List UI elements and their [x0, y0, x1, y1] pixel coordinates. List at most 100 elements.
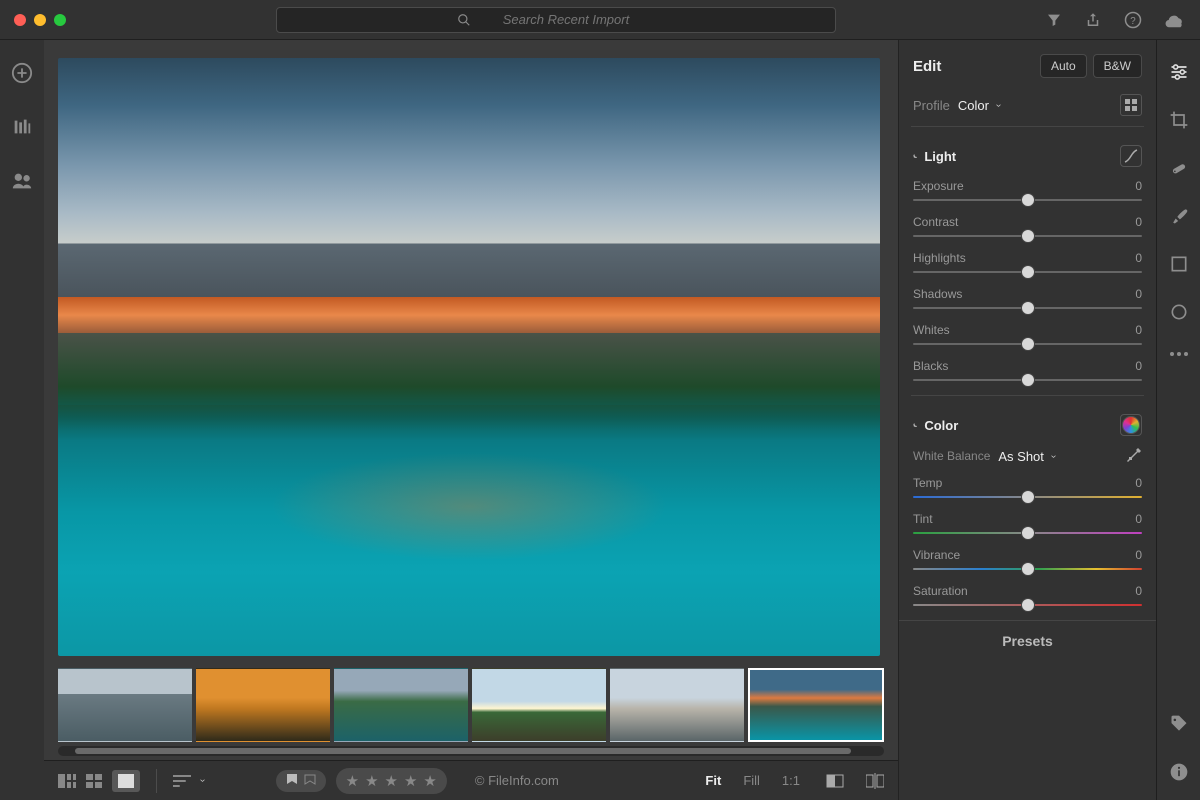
slider-knob[interactable]	[1021, 562, 1035, 576]
profile-browser-button[interactable]	[1120, 94, 1142, 116]
main-area: › ★ ★ ★ ★ ★ © FileInfo.com Fit Fill 1:1	[0, 40, 1200, 800]
help-icon[interactable]: ?	[1124, 11, 1142, 29]
wb-value: As Shot	[998, 449, 1044, 464]
thumbnail[interactable]	[196, 668, 330, 742]
slider-track[interactable]	[913, 496, 1142, 498]
light-section-header[interactable]: › Light	[913, 145, 1142, 167]
thumbnail[interactable]	[472, 668, 606, 742]
zoom-fit[interactable]: Fit	[699, 773, 727, 788]
more-tools-icon[interactable]	[1169, 350, 1189, 358]
slider-blacks[interactable]: Blacks 0	[913, 359, 1142, 381]
healing-brush-icon[interactable]	[1169, 158, 1189, 178]
slider-knob[interactable]	[1021, 193, 1035, 207]
profile-label: Profile	[913, 98, 950, 113]
search-bar[interactable]	[276, 7, 836, 33]
info-icon[interactable]	[1169, 762, 1189, 782]
slider-track[interactable]	[913, 343, 1142, 345]
slider-vibrance[interactable]: Vibrance 0	[913, 548, 1142, 570]
slider-saturation[interactable]: Saturation0	[913, 584, 1142, 606]
slider-tint[interactable]: Tint0	[913, 512, 1142, 534]
color-mixer-button[interactable]	[1120, 414, 1142, 436]
slider-value: 0	[1135, 251, 1142, 265]
filter-icon[interactable]	[1046, 12, 1062, 28]
filmstrip	[44, 664, 898, 760]
profile-value: Color	[958, 98, 989, 113]
single-view-icon[interactable]	[112, 770, 140, 792]
slider-knob[interactable]	[1021, 373, 1035, 387]
auto-button[interactable]: Auto	[1040, 54, 1087, 78]
crop-icon[interactable]	[1169, 110, 1189, 130]
slider-track[interactable]	[913, 604, 1142, 606]
slider-label: Contrast	[913, 215, 958, 229]
grid-wide-icon[interactable]	[58, 774, 76, 788]
compare-icon[interactable]	[866, 773, 884, 789]
white-balance-row[interactable]: White Balance As Shot ›	[913, 448, 1142, 464]
slider-knob[interactable]	[1021, 526, 1035, 540]
title-bar: ?	[0, 0, 1200, 40]
color-wheel-icon	[1122, 416, 1140, 434]
slider-value: 0	[1135, 359, 1142, 373]
slider-knob[interactable]	[1021, 598, 1035, 612]
eyedropper-icon[interactable]	[1126, 448, 1142, 464]
thumbnail[interactable]	[748, 668, 884, 742]
profile-row[interactable]: Profile Color ›	[913, 94, 1142, 116]
zoom-1to1[interactable]: 1:1	[776, 773, 806, 788]
thumbnail[interactable]	[334, 668, 468, 742]
slider-knob[interactable]	[1021, 265, 1035, 279]
slider-knob[interactable]	[1021, 337, 1035, 351]
color-section-header[interactable]: › Color	[913, 414, 1142, 436]
my-photos-icon[interactable]	[11, 116, 33, 138]
slider-whites[interactable]: Whites0	[913, 323, 1142, 345]
rating-pill[interactable]: ★ ★ ★ ★ ★	[336, 768, 447, 794]
main-photo[interactable]	[58, 58, 880, 656]
slider-track[interactable]	[913, 568, 1142, 570]
slider-label: Whites	[913, 323, 950, 337]
slider-knob[interactable]	[1021, 301, 1035, 315]
sort-group[interactable]: ›	[173, 774, 204, 788]
flag-pill[interactable]	[276, 770, 326, 792]
slider-exposure[interactable]: Exposure0	[913, 179, 1142, 201]
slider-label: Blacks	[913, 359, 948, 373]
linear-gradient-icon[interactable]	[1169, 254, 1189, 274]
thumbnail[interactable]	[610, 668, 744, 742]
bw-button[interactable]: B&W	[1093, 54, 1142, 78]
minimize-window-button[interactable]	[34, 14, 46, 26]
tool-strip	[1156, 40, 1200, 800]
close-window-button[interactable]	[14, 14, 26, 26]
slider-track[interactable]	[913, 235, 1142, 237]
slider-track[interactable]	[913, 532, 1142, 534]
slider-label: Highlights	[913, 251, 966, 265]
slider-track[interactable]	[913, 307, 1142, 309]
chevron-down-icon: ›	[993, 103, 1004, 106]
slider-highlights[interactable]: Highlights 0	[913, 251, 1142, 273]
radial-gradient-icon[interactable]	[1169, 302, 1189, 322]
slider-track[interactable]	[913, 271, 1142, 273]
add-photos-icon[interactable]	[11, 62, 33, 84]
slider-track[interactable]	[913, 199, 1142, 201]
brush-icon[interactable]	[1169, 206, 1189, 226]
slider-knob[interactable]	[1021, 490, 1035, 504]
slider-shadows[interactable]: Shadows0	[913, 287, 1142, 309]
zoom-fill[interactable]: Fill	[737, 773, 766, 788]
slider-knob[interactable]	[1021, 229, 1035, 243]
search-input[interactable]	[477, 12, 655, 27]
show-original-icon[interactable]	[826, 774, 844, 788]
slider-temp[interactable]: Temp0	[913, 476, 1142, 498]
slider-contrast[interactable]: Contrast0	[913, 215, 1142, 237]
slider-label: Vibrance	[913, 548, 960, 562]
edit-sliders-icon[interactable]	[1169, 62, 1189, 82]
presets-button[interactable]: Presets	[899, 620, 1156, 660]
share-icon[interactable]	[1084, 11, 1102, 29]
maximize-window-button[interactable]	[54, 14, 66, 26]
filmstrip-scrollbar[interactable]	[58, 746, 884, 756]
star-icon: ★	[385, 772, 398, 790]
slider-track[interactable]	[913, 379, 1142, 381]
thumbnail[interactable]	[58, 668, 192, 742]
sharing-icon[interactable]	[11, 170, 33, 192]
slider-value: 0	[1135, 179, 1142, 193]
grid-icon[interactable]	[86, 774, 102, 788]
slider-value: 0	[1135, 548, 1142, 562]
tone-curve-button[interactable]	[1120, 145, 1142, 167]
keywords-icon[interactable]	[1169, 714, 1189, 734]
cloud-sync-icon[interactable]	[1164, 11, 1186, 29]
